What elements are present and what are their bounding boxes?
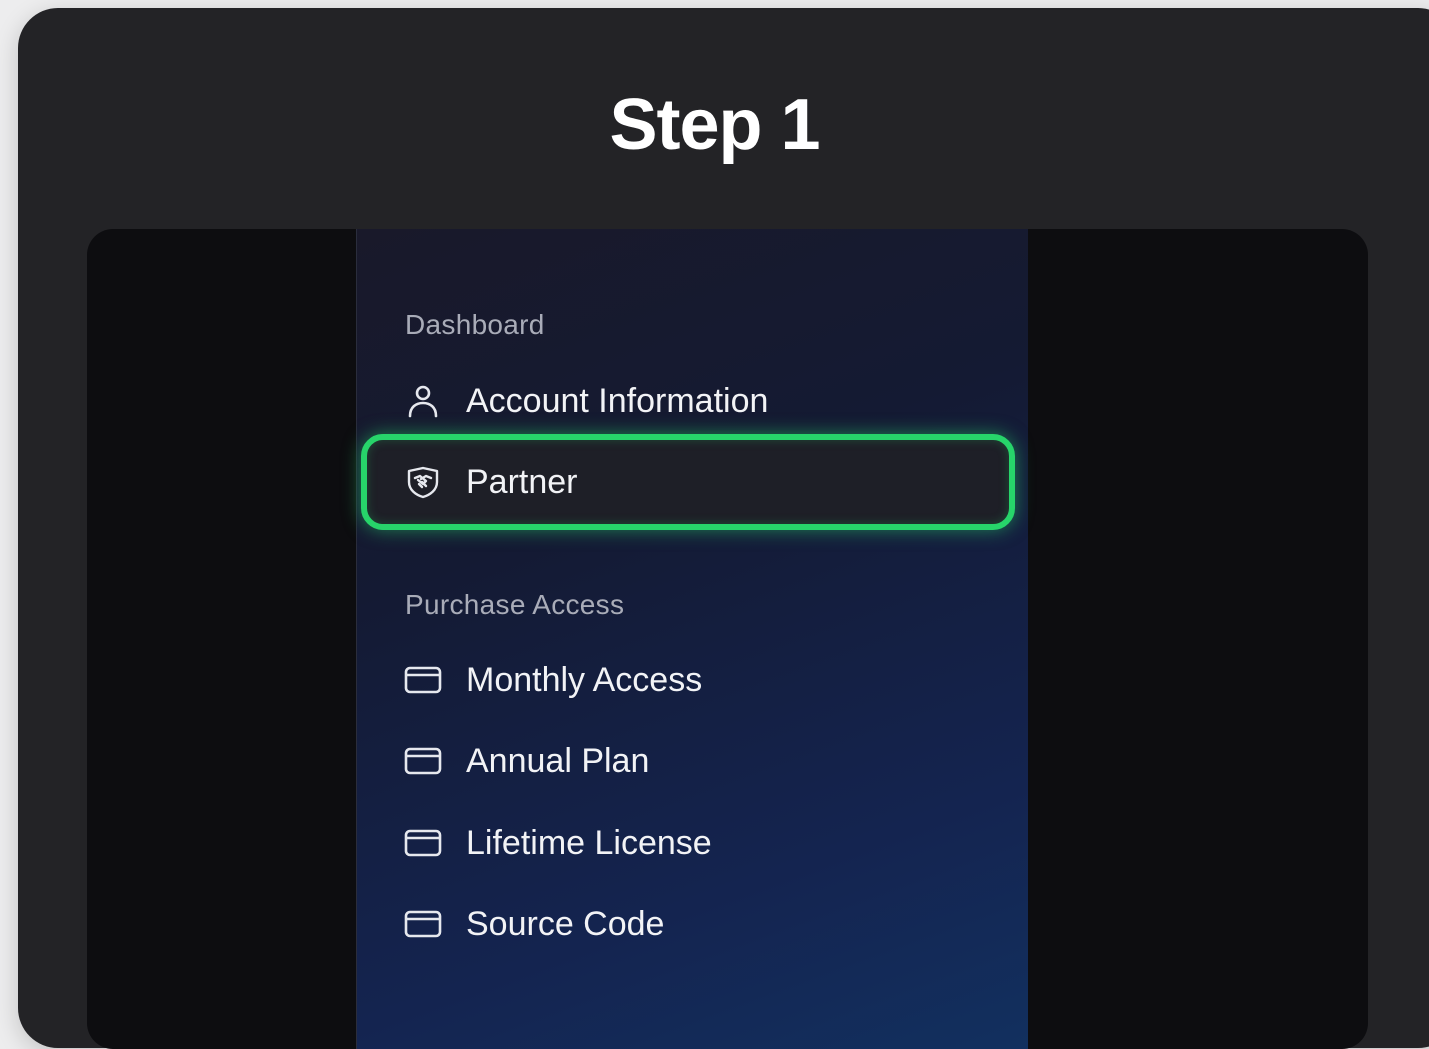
handshake-shield-icon [404, 463, 442, 501]
sidebar-item-annual-plan[interactable]: Annual Plan [357, 731, 1028, 791]
credit-card-icon [404, 742, 442, 780]
sidebar: Dashboard Account Information Partner Pu… [356, 229, 1028, 1049]
sidebar-item-label: Monthly Access [466, 660, 703, 699]
sidebar-item-partner[interactable]: Partner [357, 452, 1028, 512]
user-icon [404, 382, 442, 420]
sidebar-item-label: Annual Plan [466, 741, 650, 780]
sidebar-item-source-code[interactable]: Source Code [357, 894, 1028, 954]
step-title: Step 1 [609, 85, 820, 165]
sidebar-item-label: Lifetime License [466, 823, 712, 862]
sidebar-item-account-information[interactable]: Account Information [357, 371, 1028, 431]
section-label-purchase-access: Purchase Access [405, 589, 625, 620]
credit-card-icon [404, 824, 442, 862]
sidebar-item-lifetime-license[interactable]: Lifetime License [357, 813, 1028, 873]
sidebar-item-monthly-access[interactable]: Monthly Access [357, 650, 1028, 710]
sidebar-item-label: Account Information [466, 381, 769, 420]
sidebar-item-label: Source Code [466, 904, 665, 943]
credit-card-icon [404, 661, 442, 699]
section-label-dashboard: Dashboard [405, 309, 545, 340]
credit-card-icon [404, 905, 442, 943]
screenshot-frame: Dashboard Account Information Partner Pu… [87, 229, 1368, 1049]
sidebar-item-label: Partner [466, 462, 578, 501]
